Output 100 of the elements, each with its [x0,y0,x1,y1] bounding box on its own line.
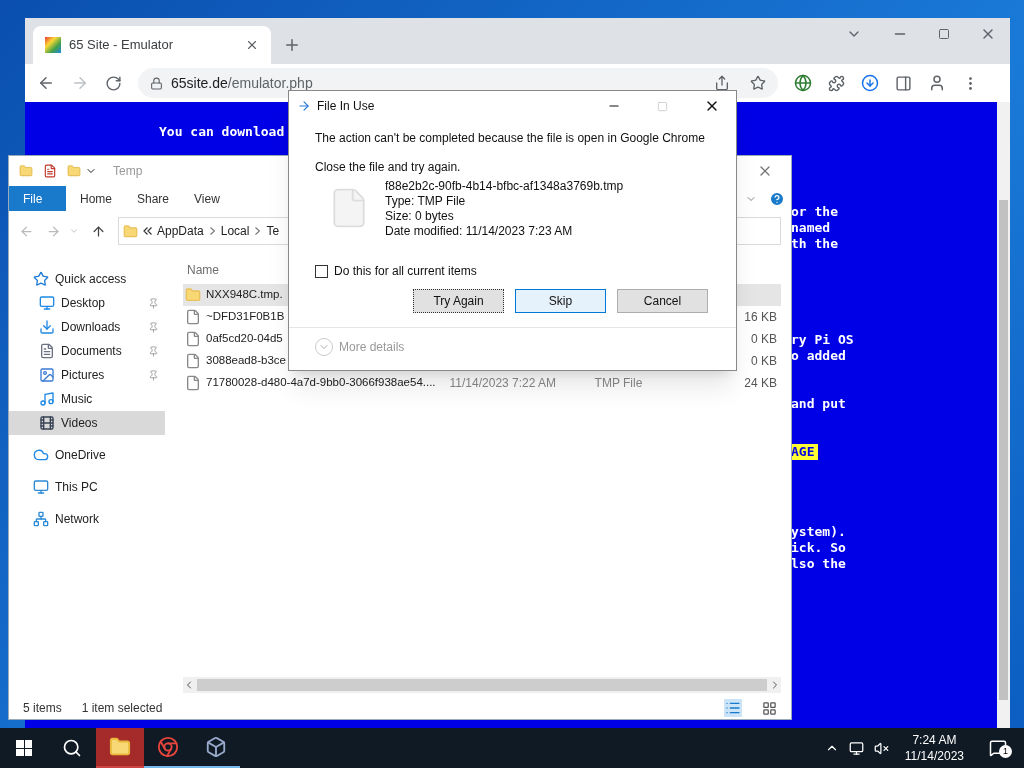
file-name: 0af5cd20-04d5 [206,331,283,347]
screen-text: ry Pi OS [791,332,855,348]
nav-item[interactable]: Music [9,387,165,411]
film-icon [39,415,55,431]
window-title: Temp [113,163,143,180]
ribbon-tab[interactable]: View [180,186,237,211]
file-cell[interactable]: 0 KB [737,350,781,372]
file-cell[interactable]: 0af5cd20-04d5 [183,328,289,350]
clock[interactable]: 7:24 AM 11/14/2023 [898,732,970,764]
extensions-icon[interactable] [828,74,845,92]
dialog-button[interactable]: Try Again [413,289,504,313]
screen-text: lso the [791,556,847,572]
screen-text: ystem). [791,524,847,540]
volume-muted-icon[interactable] [873,740,889,756]
nav-item[interactable]: This PC [9,475,165,499]
notification-button[interactable]: 1 [980,739,1016,757]
bookmark-star-icon[interactable] [750,75,766,91]
side-panel-icon[interactable] [895,74,912,92]
breadcrumb-item[interactable]: Te [266,222,280,240]
computer-icon [33,479,49,495]
file-cell[interactable]: 71780028-d480-4a7d-9bb0-3066f938ae54.... [183,372,436,394]
ribbon-tab[interactable]: File [9,186,66,211]
file-name: 71780028-d480-4a7d-9bb0-3066f938ae54.... [206,375,436,391]
nav-item[interactable]: Network [9,507,165,531]
file-cell[interactable]: 0 KB [737,328,781,350]
breadcrumb-item[interactable]: Local [220,222,250,240]
ribbon-tab[interactable]: Home [66,186,123,211]
reload-icon[interactable] [105,74,122,92]
scrollbar[interactable] [997,102,1010,728]
file-size: Size: 0 bytes [385,209,455,224]
file-name: ~DFD31F0B1B [206,309,285,325]
file-cell[interactable]: ~DFD31F0B1B [183,306,289,328]
network-icon[interactable] [848,740,864,756]
screen-text: named [791,220,832,236]
share-icon[interactable] [714,75,730,91]
file-size: 0 KB [751,331,777,348]
windows-logo-icon [16,740,32,756]
new-tab-icon[interactable] [283,36,301,54]
download-icon [39,319,55,335]
dialog-button[interactable]: Cancel [617,289,708,313]
file-cell[interactable]: 16 KB [737,306,781,328]
ribbon-tab[interactable]: Share [123,186,180,211]
nav-item[interactable]: Downloads [9,315,165,339]
file-type: TMP File [594,375,643,392]
file-cell[interactable] [737,284,781,306]
overflow-icon[interactable] [143,227,152,235]
help-icon[interactable] [769,190,785,207]
tiles-view-icon[interactable] [762,700,777,716]
up-icon[interactable] [91,223,106,239]
search-icon [62,738,82,758]
taskbar-app[interactable] [96,728,144,768]
separator-icon [209,227,215,235]
back-icon[interactable] [37,74,55,92]
picture-icon [39,367,55,383]
browser-icon [157,736,179,758]
site-logo-icon [45,37,61,53]
file-name: 3088ead8-b3ce [206,353,286,369]
file-cell[interactable]: 3088ead8-b3ce [183,350,289,372]
screen-text: th the [791,236,839,252]
globe-icon[interactable] [794,74,812,92]
breadcrumb-item[interactable]: AppData [157,222,204,240]
document-icon [39,343,55,359]
nav-item[interactable]: Videos [9,411,165,435]
screen-text: o added [791,348,847,364]
dialog-title: File In Use [317,98,375,115]
instruction-text: Close the file and try again. [315,160,462,175]
monitor-icon [39,295,55,311]
properties-icon[interactable] [43,164,57,178]
file-cell[interactable]: NXX948C.tmp. [183,284,289,306]
file-date: 11/14/2023 7:22 AM [449,375,558,392]
nav-item[interactable]: Documents [9,339,165,363]
file-icon [185,375,201,391]
folder-icon [185,287,201,303]
item-count: 5 items [23,700,62,717]
file-name: NXX948C.tmp. [206,287,283,303]
profile-icon[interactable] [928,74,946,92]
screen-text: You can download [159,124,285,140]
checkbox[interactable] [315,265,328,278]
tab-title: 65 Site - Emulator [69,36,175,55]
file-cell[interactable]: 24 KB [737,372,781,394]
file-size: 16 KB [744,309,777,326]
download-icon[interactable] [861,74,879,92]
nav-item[interactable]: OneDrive [9,443,165,467]
selection-count: 1 item selected [81,700,163,717]
separator-icon [255,227,261,235]
file-size: 24 KB [744,375,777,392]
browser-tab[interactable]: 65 Site - Emulator [33,26,271,64]
nav-item[interactable]: Desktop [9,291,165,315]
file-size: 0 KB [751,353,777,370]
cube-icon [205,736,227,758]
checkbox-label: Do this for all current items [334,264,477,279]
screen-text: or the [791,204,839,220]
nav-item[interactable]: Pictures [9,363,165,387]
details-view-icon[interactable] [724,699,742,717]
maximize-icon[interactable] [938,28,950,40]
dialog-button[interactable]: Skip [515,289,606,313]
file-icon [185,309,201,325]
nav-item[interactable]: Quick access [9,267,165,291]
close-icon[interactable] [245,38,259,52]
folder-icon [109,736,131,758]
